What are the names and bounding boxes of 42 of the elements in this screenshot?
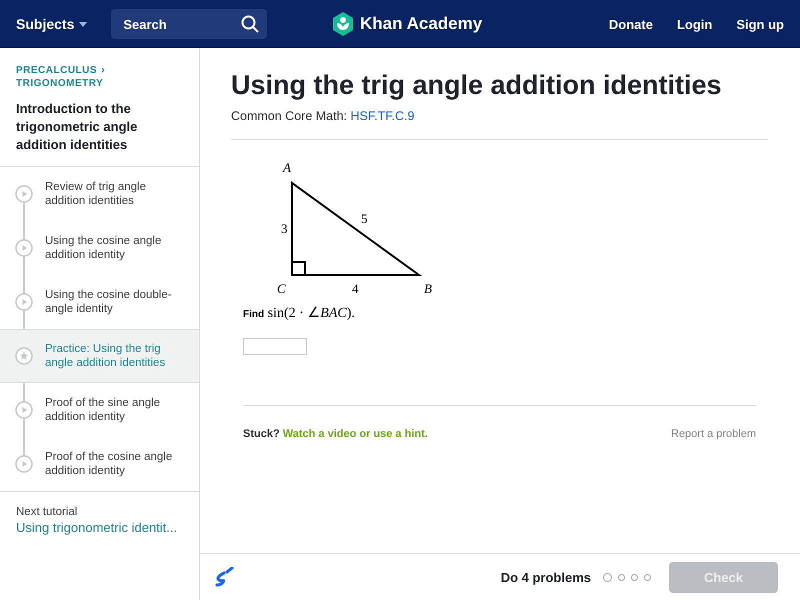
question-text: Find sin(2 · ∠BAC). [243, 305, 356, 322]
search-icon [241, 15, 260, 33]
lesson-title: Proof of the sine angle addition identity [45, 396, 162, 424]
next-tutorial-link[interactable]: Using trigonometric identit... [16, 520, 183, 535]
scratchpad-icon[interactable] [214, 567, 234, 587]
lesson-title: Using the cosine double-angle identity [45, 288, 173, 316]
lesson-item[interactable]: Proof of the cosine angle addition identity [0, 437, 199, 491]
lesson-item[interactable]: Proof of the sine angle addition identity [0, 383, 199, 437]
breadcrumb-link[interactable]: PRECALCULUS [16, 64, 98, 77]
side-length: 5 [361, 211, 368, 226]
header-link[interactable]: Donate [608, 16, 653, 32]
subjects-menu[interactable]: Subjects [16, 16, 88, 32]
leaf-logo-icon [332, 12, 354, 36]
standard-label: Common Core Math: [231, 109, 348, 123]
tutorial-title: Introduction to the trigonometric angle addition identities [16, 100, 138, 154]
vertex-label: C [277, 281, 286, 296]
header-link[interactable]: Sign up [736, 16, 784, 32]
vertex-label: B [424, 281, 432, 296]
page-title: Using the trig angle addition identities [231, 70, 723, 101]
side-length: 4 [352, 281, 358, 296]
breadcrumb-link[interactable]: TRIGONOMETRY [16, 77, 104, 90]
lesson-title: Using the cosine angle addition identity [45, 234, 162, 262]
stuck-label: Stuck? [243, 428, 280, 440]
lesson-title: Proof of the cosine angle addition identity [45, 450, 174, 478]
lesson-item[interactable]: Using the cosine double-angle identity [0, 275, 199, 329]
lesson-title: Review of trig angle addition identities [45, 180, 147, 208]
caret-icon [79, 22, 88, 26]
answer-field[interactable] [243, 338, 307, 355]
lesson-title: Practice: Using the trig angle addition identities [45, 342, 166, 370]
breadcrumb-separator: › [101, 64, 105, 77]
lesson-item[interactable]: Review of trig angle addition identities [0, 167, 199, 221]
lesson-item[interactable]: Using the cosine angle addition identity [0, 221, 199, 275]
side-length: 3 [281, 221, 288, 236]
report-link[interactable]: Report a problem [671, 428, 756, 440]
vertex-label: A [283, 160, 291, 175]
next-tutorial-label: Next tutorial [16, 506, 78, 518]
search-field[interactable]: Search [111, 9, 268, 39]
logo-text[interactable]: Khan Academy [360, 14, 482, 34]
lesson-item[interactable]: Practice: Using the trig angle addition identities [0, 329, 199, 383]
standard-link[interactable]: HSF.TF.C.9 [350, 109, 414, 123]
header-link[interactable]: Login [676, 16, 712, 32]
goal-text: Do 4 problems [500, 570, 591, 584]
